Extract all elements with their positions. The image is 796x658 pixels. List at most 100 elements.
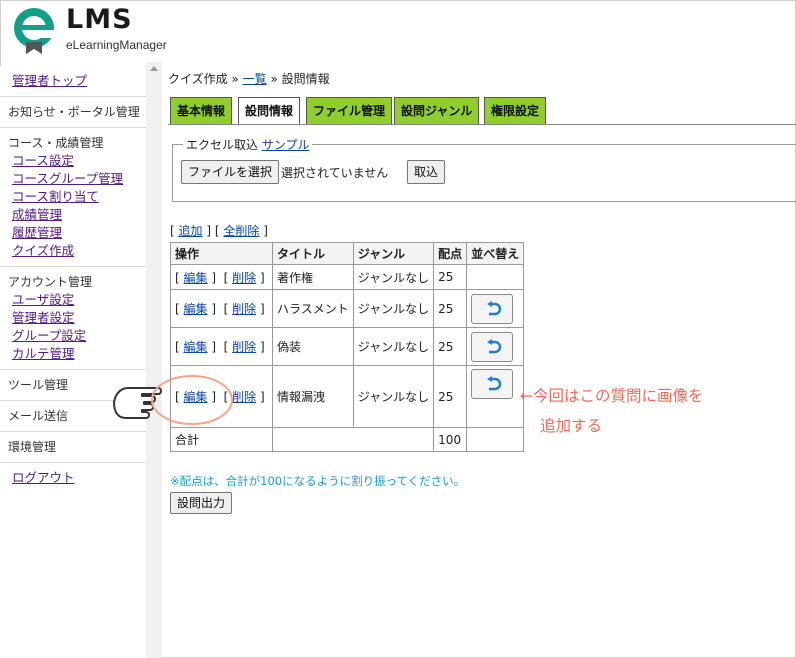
sidebar-group-portal: お知らせ・ポータル管理 <box>0 97 146 128</box>
breadcrumb: クイズ作成 » 一覧 » 設問情報 <box>168 70 330 87</box>
table-row: [ 編集 ] [ 削除 ] ハラスメント ジャンルなし 25 <box>170 289 525 328</box>
app-logo[interactable]: LMS eLearningManager <box>10 4 170 56</box>
delete-link[interactable]: 削除 <box>232 340 256 354</box>
row-score: 25 <box>433 264 468 290</box>
column-header-sort: 並べ替え <box>466 242 525 265</box>
row-title: ハラスメント <box>272 289 354 328</box>
row-sort <box>466 327 525 366</box>
sidebar-heading-account: アカウント管理 <box>8 275 93 289</box>
total-label: 合計 <box>170 427 273 452</box>
row-genre: ジャンルなし <box>352 264 435 290</box>
row-sort <box>466 289 525 328</box>
highlight-circle <box>151 375 233 425</box>
sidebar-item-charts[interactable]: カルテ管理 <box>8 345 146 363</box>
choose-file-button[interactable]: ファイルを選択 <box>181 160 280 184</box>
sidebar-item-history[interactable]: 履歴管理 <box>8 224 146 242</box>
row-score: 25 <box>433 327 468 366</box>
sidebar-group-course: コース・成績管理 コース設定 コースグループ管理 コース割り当て 成績管理 履歴… <box>0 128 146 267</box>
excel-import-label: エクセル取込 <box>186 138 259 152</box>
edit-link[interactable]: 編集 <box>184 271 208 285</box>
tab-question-genre[interactable]: 設問ジャンル <box>394 97 480 125</box>
breadcrumb-current: 設問情報 <box>281 72 330 86</box>
sidebar-item-course-assign[interactable]: コース割り当て <box>8 188 146 206</box>
edit-link[interactable]: 編集 <box>184 302 208 316</box>
add-question-link[interactable]: 追加 <box>179 224 203 238</box>
row-sort <box>466 365 525 428</box>
sidebar-group-top: 管理者トップ <box>0 66 146 97</box>
sidebar-item-course-settings[interactable]: コース設定 <box>8 152 146 170</box>
sidebar-group-account: アカウント管理 ユーザ設定 管理者設定 グループ設定 カルテ管理 <box>0 267 146 370</box>
total-score: 100 <box>433 427 468 452</box>
row-score: 25 <box>433 365 468 428</box>
sidebar-heading-portal[interactable]: お知らせ・ポータル管理 <box>8 103 146 121</box>
total-empty <box>271 427 435 452</box>
excel-import-fieldset: エクセル取込 サンプル ファイルを選択 選択されていません 取込 <box>172 136 796 202</box>
logo-title: LMS <box>66 4 133 35</box>
column-header-genre: ジャンル <box>352 242 435 265</box>
sidebar-item-grades[interactable]: 成績管理 <box>8 206 146 224</box>
total-empty <box>466 427 525 452</box>
tab-permissions[interactable]: 権限設定 <box>484 97 547 125</box>
table-row: [ 編集 ] [ 削除 ] 偽装 ジャンルなし 25 <box>170 327 525 366</box>
move-up-icon <box>487 338 502 353</box>
column-header-title: タイトル <box>272 242 354 265</box>
delete-all-link[interactable]: 全削除 <box>223 224 259 238</box>
annotation-line-2: 追加する <box>540 417 603 435</box>
sidebar: 管理者トップ お知らせ・ポータル管理 コース・成績管理 コース設定 コースグルー… <box>0 66 146 658</box>
sample-link[interactable]: サンプル <box>262 138 310 152</box>
row-sort <box>466 264 525 290</box>
table-header-row: 操作 タイトル ジャンル 配点 並べ替え <box>170 242 525 265</box>
move-up-icon <box>487 300 502 315</box>
delete-link[interactable]: 削除 <box>232 271 256 285</box>
move-up-button[interactable] <box>471 293 514 324</box>
bracket: ] <box>263 224 268 238</box>
breadcrumb-separator: » <box>231 72 239 86</box>
column-header-score: 配点 <box>433 242 468 265</box>
bracket: ] [ <box>206 224 220 238</box>
sidebar-item-admin-top[interactable]: 管理者トップ <box>8 72 146 90</box>
sidebar-item-users[interactable]: ユーザ設定 <box>8 291 146 309</box>
score-note: ※配点は、合計が100になるように割り振ってください。 <box>170 474 466 488</box>
sidebar-item-logout[interactable]: ログアウト <box>8 469 146 487</box>
move-up-icon <box>487 376 502 391</box>
edit-link[interactable]: 編集 <box>184 340 208 354</box>
breadcrumb-list-link[interactable]: 一覧 <box>243 72 267 86</box>
breadcrumb-root: クイズ作成 <box>168 72 228 86</box>
tab-basic-info[interactable]: 基本情報 <box>170 97 233 125</box>
row-title: 著作権 <box>272 264 354 290</box>
move-up-button[interactable] <box>471 369 514 399</box>
row-actions: [ 編集 ] [ 削除 ] <box>170 327 273 366</box>
delete-link[interactable]: 削除 <box>232 302 256 316</box>
sidebar-heading-env[interactable]: 環境管理 <box>8 438 146 456</box>
sidebar-scrollbar[interactable] <box>146 62 162 658</box>
row-actions: [ 編集 ] [ 削除 ] <box>170 289 273 328</box>
sidebar-group-logout: ログアウト <box>0 463 146 493</box>
file-status: 選択されていません <box>281 166 389 180</box>
tab-question-info[interactable]: 設問情報 <box>238 97 301 126</box>
export-questions-button[interactable]: 設問出力 <box>170 492 233 514</box>
import-button[interactable]: 取込 <box>407 160 446 184</box>
scroll-up-icon[interactable] <box>150 66 158 71</box>
sidebar-item-course-group[interactable]: コースグループ管理 <box>8 170 146 188</box>
breadcrumb-separator: » <box>270 72 278 86</box>
annotation-line-1: ←今回はこの質問に画像を <box>520 387 704 405</box>
bracket: [ <box>170 224 175 238</box>
row-title: 情報漏洩 <box>272 365 354 428</box>
table-total-row: 合計 100 <box>170 427 525 452</box>
sidebar-item-quiz[interactable]: クイズ作成 <box>8 242 146 260</box>
column-header-actions: 操作 <box>170 242 273 265</box>
row-title: 偽装 <box>272 327 354 366</box>
row-genre: ジャンルなし <box>352 289 435 328</box>
row-genre: ジャンルなし <box>352 327 435 366</box>
sidebar-item-admins[interactable]: 管理者設定 <box>8 309 146 327</box>
table-row: [ 編集 ] [ 削除 ] 著作権 ジャンルなし 25 <box>170 264 525 290</box>
sidebar-group-env: 環境管理 <box>0 432 146 463</box>
tab-file-management[interactable]: ファイル管理 <box>306 97 393 125</box>
row-score: 25 <box>433 289 468 328</box>
sidebar-item-groups[interactable]: グループ設定 <box>8 327 146 345</box>
logo-e-icon <box>14 8 56 54</box>
tab-divider <box>168 124 796 125</box>
excel-import-legend: エクセル取込 サンプル <box>183 136 313 153</box>
row-genre: ジャンルなし <box>352 365 435 428</box>
move-up-button[interactable] <box>471 331 514 362</box>
